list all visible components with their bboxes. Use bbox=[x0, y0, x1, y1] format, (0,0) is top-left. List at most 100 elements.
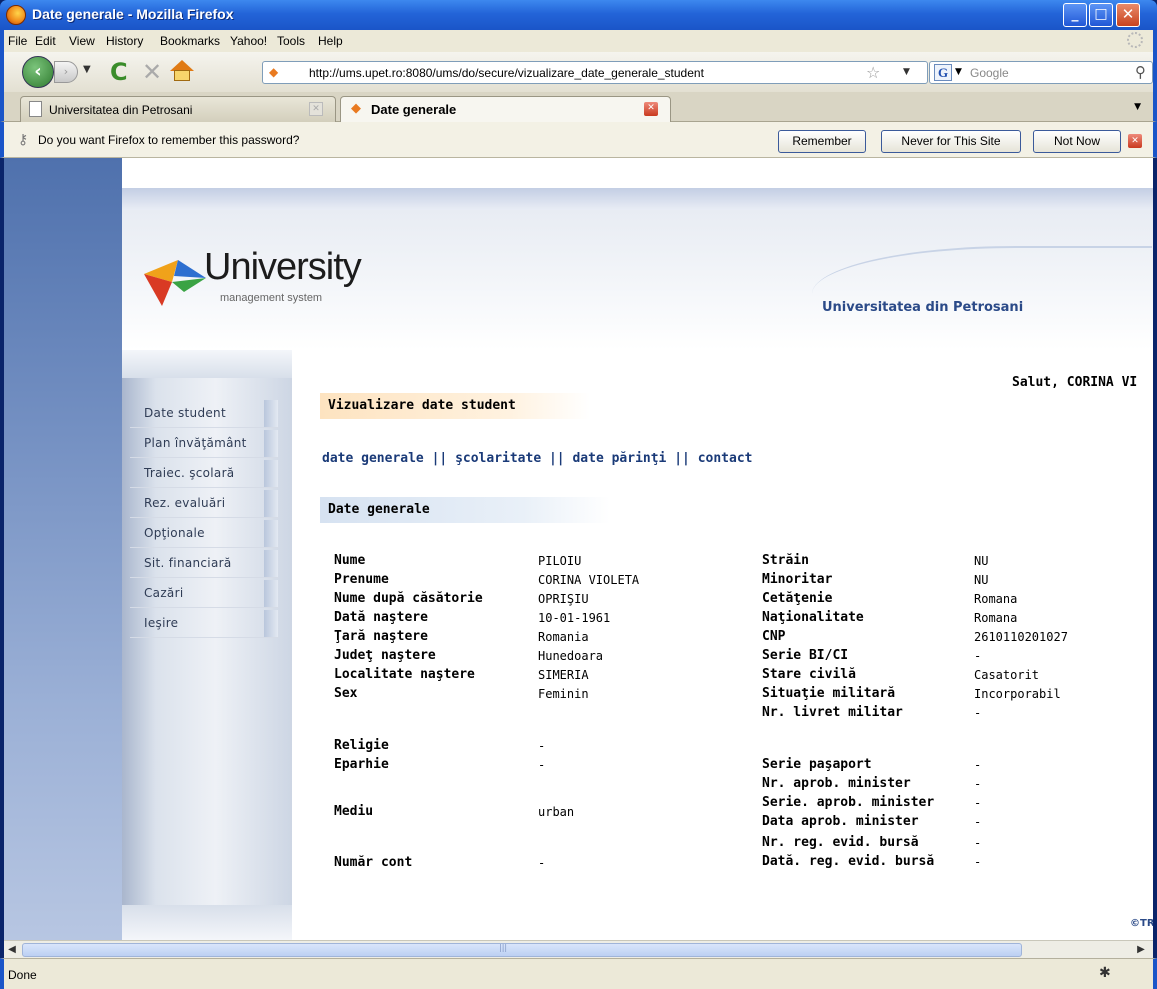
never-for-site-button[interactable]: Never for This Site bbox=[881, 130, 1021, 153]
menu-edit[interactable]: Edit bbox=[35, 34, 56, 48]
close-window-button[interactable]: ✕ bbox=[1116, 3, 1140, 27]
student-subnav: date generale || şcolaritate || date păr… bbox=[322, 451, 753, 466]
subnav-date-parinti[interactable]: date părinţi bbox=[572, 451, 666, 466]
sidebar-item-iesire[interactable]: Ieşire bbox=[130, 610, 278, 638]
sidebar-item-traiec-scolara[interactable]: Traiec. şcolară bbox=[130, 460, 278, 488]
field-label: Serie BI/CI bbox=[762, 648, 849, 663]
stop-button[interactable]: ✕ bbox=[142, 58, 162, 86]
field-label: Naţionalitate bbox=[762, 610, 864, 625]
search-icon[interactable]: ⚲ bbox=[1135, 63, 1146, 81]
menu-help[interactable]: Help bbox=[318, 34, 343, 48]
field-label: Nume după căsătorie bbox=[334, 591, 483, 606]
horizontal-scrollbar[interactable]: ◀ ||| ▶ bbox=[4, 940, 1153, 958]
university-logo-icon bbox=[144, 260, 206, 306]
document-icon bbox=[29, 101, 42, 117]
menu-file[interactable]: File bbox=[8, 34, 27, 48]
field-label: Situaţie militară bbox=[762, 686, 896, 701]
logo-subtitle: management system bbox=[220, 292, 323, 304]
sidebar-item-date-student[interactable]: Date student bbox=[130, 400, 278, 428]
logo-title: University bbox=[204, 246, 362, 288]
menu-tools[interactable]: Tools bbox=[277, 34, 305, 48]
url-bar[interactable]: ◆ http://ums.upet.ro:8080/ums/do/secure/… bbox=[262, 61, 928, 84]
forward-button[interactable]: › bbox=[54, 61, 78, 83]
close-notification-icon[interactable]: ✕ bbox=[1128, 134, 1142, 148]
scroll-right-icon[interactable]: ▶ bbox=[1133, 942, 1149, 958]
menu-history[interactable]: History bbox=[106, 34, 143, 48]
field-label: Judeţ naştere bbox=[334, 648, 436, 663]
site-header: University management system Universitat… bbox=[122, 210, 1153, 350]
field-value: Incorporabil bbox=[974, 687, 1061, 701]
field-value: Feminin bbox=[538, 687, 589, 701]
field-value: - bbox=[974, 706, 982, 720]
field-value: - bbox=[538, 856, 546, 870]
field-value: Hunedoara bbox=[538, 649, 604, 663]
field-value: - bbox=[974, 815, 982, 829]
field-label: Dată naştere bbox=[334, 610, 428, 625]
subsection-title: Date generale bbox=[320, 497, 610, 523]
password-notification-bar: ⚷ Do you want Firefox to remember this p… bbox=[0, 122, 1157, 158]
field-label: CNP bbox=[762, 629, 786, 644]
scroll-left-icon[interactable]: ◀ bbox=[4, 942, 20, 958]
site-favicon-icon: ◆ bbox=[269, 65, 279, 79]
tab-universitatea[interactable]: Universitatea din Petrosani ✕ bbox=[20, 96, 336, 122]
minimize-button[interactable]: _ bbox=[1063, 3, 1087, 27]
window-title: Date generale - Mozilla Firefox bbox=[32, 6, 234, 22]
menu-bookmarks[interactable]: Bookmarks bbox=[160, 34, 220, 48]
tab-list-dropdown-icon[interactable]: ▼ bbox=[1134, 102, 1141, 112]
search-box[interactable]: G ▼ Google ⚲ bbox=[929, 61, 1153, 84]
subnav-contact[interactable]: contact bbox=[698, 451, 753, 466]
field-label: Nr. aprob. minister bbox=[762, 776, 911, 791]
field-label: Stare civilă bbox=[762, 667, 856, 682]
field-value: - bbox=[974, 855, 982, 869]
subnav-scolaritate[interactable]: şcolaritate bbox=[455, 451, 541, 466]
field-value: Casatorit bbox=[974, 668, 1040, 682]
close-tab-icon[interactable]: ✕ bbox=[309, 102, 323, 116]
notification-message: Do you want Firefox to remember this pas… bbox=[38, 133, 300, 147]
menu-view[interactable]: View bbox=[69, 34, 95, 48]
scrollbar-thumb[interactable] bbox=[22, 943, 1022, 957]
subnav-date-generale[interactable]: date generale bbox=[322, 451, 424, 466]
maximize-button[interactable]: □ bbox=[1089, 3, 1113, 27]
copyright-text: ©TR bbox=[1130, 918, 1153, 929]
remember-button[interactable]: Remember bbox=[778, 130, 866, 153]
scroll-grip-icon: ||| bbox=[499, 943, 508, 952]
not-now-button[interactable]: Not Now bbox=[1033, 130, 1121, 153]
firebug-icon[interactable]: ✱ bbox=[1099, 965, 1111, 981]
engine-dropdown-icon[interactable]: ▼ bbox=[955, 67, 962, 77]
firefox-icon bbox=[6, 5, 26, 25]
url-text: http://ums.upet.ro:8080/ums/do/secure/vi… bbox=[309, 66, 704, 80]
ums-page: University management system Universitat… bbox=[122, 158, 1153, 940]
bookmark-star-icon[interactable]: ☆ bbox=[866, 63, 880, 82]
sidebar-item-rez-evaluari[interactable]: Rez. evaluări bbox=[130, 490, 278, 518]
sidebar-item-plan-invatamant[interactable]: Plan învăţământ bbox=[130, 430, 278, 458]
url-dropdown-icon[interactable]: ▼ bbox=[903, 67, 910, 77]
menu-yahoo[interactable]: Yahoo! bbox=[230, 34, 267, 48]
close-tab-icon[interactable]: ✕ bbox=[644, 102, 658, 116]
sidebar-item-optionale[interactable]: Opţionale bbox=[130, 520, 278, 548]
site-favicon-icon: ◆ bbox=[351, 101, 361, 116]
google-engine-icon[interactable]: G bbox=[934, 64, 952, 81]
tab-label: Date generale bbox=[371, 102, 457, 117]
section-title: Vizualizare date student bbox=[320, 393, 590, 419]
back-button[interactable]: ‹ bbox=[22, 56, 54, 88]
tab-date-generale[interactable]: ◆ Date generale ✕ bbox=[340, 96, 671, 123]
reload-button[interactable]: C bbox=[110, 58, 128, 86]
sidebar-item-sit-financiara[interactable]: Sit. financiară bbox=[130, 550, 278, 578]
field-label: Dată. reg. evid. bursă bbox=[762, 854, 935, 869]
field-label: Prenume bbox=[334, 572, 389, 587]
field-value: 2610110201027 bbox=[974, 630, 1068, 644]
key-icon: ⚷ bbox=[18, 132, 29, 148]
sidebar-item-cazari[interactable]: Cazări bbox=[130, 580, 278, 608]
home-button[interactable] bbox=[170, 60, 194, 82]
field-label: Nume bbox=[334, 553, 366, 568]
field-value: NU bbox=[974, 573, 989, 587]
field-value: Romania bbox=[538, 630, 589, 644]
field-value: - bbox=[538, 758, 546, 772]
field-value: urban bbox=[538, 805, 575, 819]
field-value: Romana bbox=[974, 592, 1018, 606]
field-value: - bbox=[974, 777, 982, 791]
field-label: Data aprob. minister bbox=[762, 814, 919, 829]
field-value: - bbox=[974, 758, 982, 772]
history-dropdown-icon[interactable]: ▼ bbox=[83, 64, 91, 75]
field-value: - bbox=[974, 649, 982, 663]
